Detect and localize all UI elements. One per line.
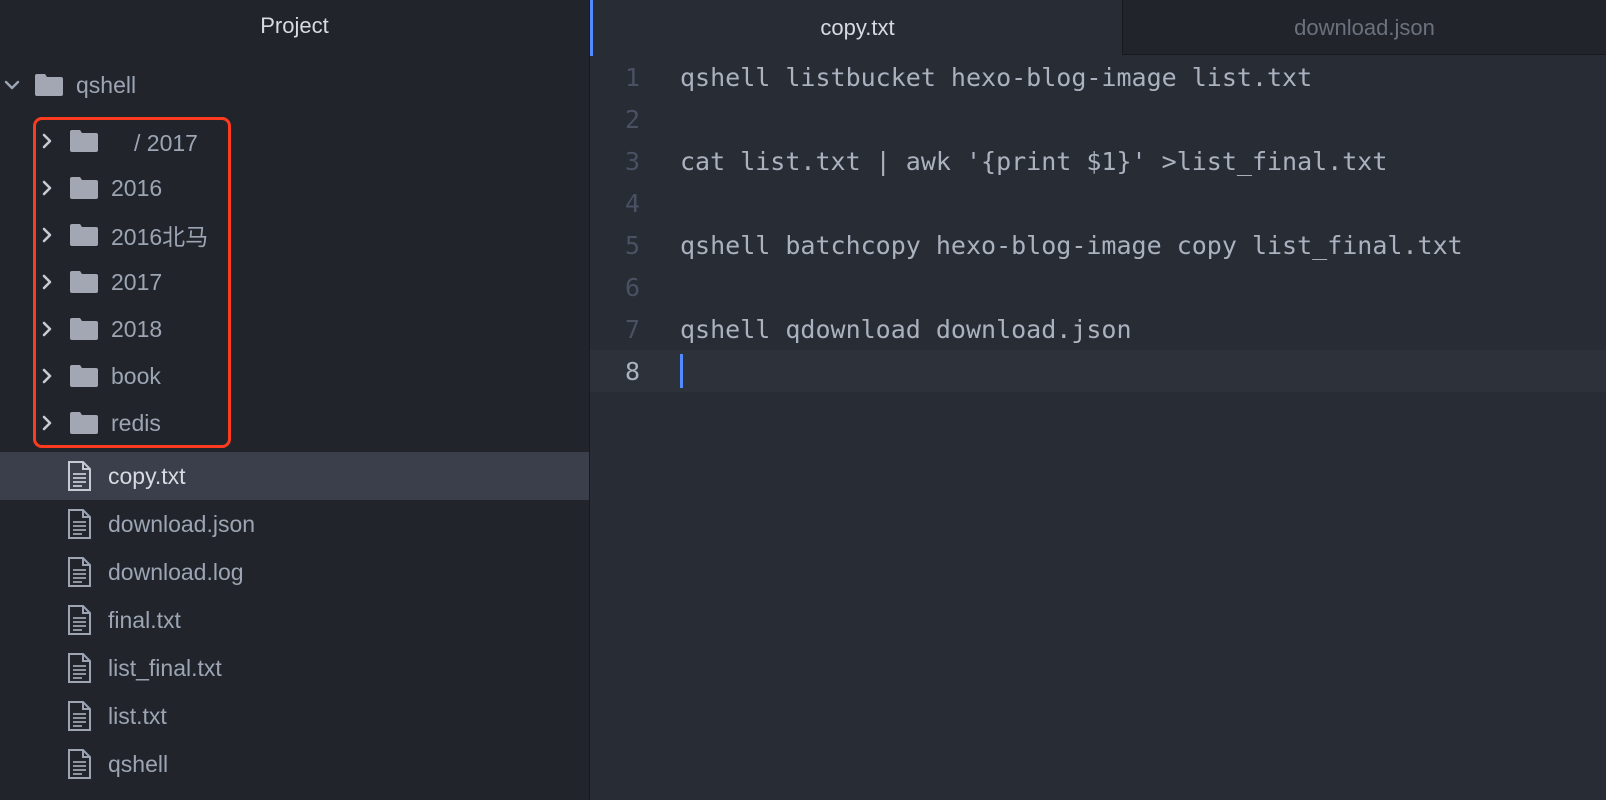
code-line[interactable]: 4 xyxy=(590,182,1606,224)
tree-file[interactable]: download.log xyxy=(0,548,589,596)
text-cursor xyxy=(680,354,683,388)
chevron-down-icon[interactable] xyxy=(4,77,20,93)
tree-file[interactable]: download.json xyxy=(0,500,589,548)
folder-icon xyxy=(69,222,99,248)
file-text-icon xyxy=(66,461,92,491)
line-number: 2 xyxy=(624,104,640,134)
tree-file[interactable]: final.txt xyxy=(0,596,589,644)
tree-folder[interactable]: 2016北马 xyxy=(0,211,589,259)
folder-icon xyxy=(69,363,99,389)
tree-item-label: qshell xyxy=(108,750,169,777)
tree-root-qshell[interactable]: qshell xyxy=(0,61,589,109)
folder-icon xyxy=(69,269,99,295)
folder-icon xyxy=(69,316,99,342)
code-line[interactable]: 3 cat list.txt | awk '{print $1}' >list_… xyxy=(590,140,1606,182)
code-editor: copy.txt download.json 1 qshell listbuck… xyxy=(590,0,1606,800)
project-sidebar: Project qshell / 2017 2016 2016北马 2017 2… xyxy=(0,0,590,800)
code-text[interactable]: cat list.txt | awk '{print $1}' >list_fi… xyxy=(680,147,1387,176)
folder-icon xyxy=(69,175,99,201)
sidebar-title: Project xyxy=(260,13,329,38)
code-line[interactable]: 7 qshell qdownload download.json xyxy=(590,308,1606,350)
tree-file[interactable]: list_final.txt xyxy=(0,644,589,692)
chevron-right-icon[interactable] xyxy=(39,227,55,243)
app-window: Project qshell / 2017 2016 2016北马 2017 2… xyxy=(0,0,1606,800)
code-line[interactable]: 2 xyxy=(590,98,1606,140)
chevron-right-icon[interactable] xyxy=(39,368,55,384)
tree-item-label: 2017 xyxy=(111,268,163,295)
tree-folder[interactable]: 2017 xyxy=(0,258,589,306)
line-number: 1 xyxy=(624,62,640,92)
tree-file[interactable]: qshell xyxy=(0,740,589,788)
tab-bar: copy.txt download.json xyxy=(590,0,1606,56)
file-text-icon xyxy=(66,557,92,587)
tree-folder[interactable]: 2018 xyxy=(0,305,589,353)
code-text[interactable]: qshell listbucket hexo-blog-image list.t… xyxy=(680,63,1312,92)
code-text[interactable]: qshell batchcopy hexo-blog-image copy li… xyxy=(680,231,1463,260)
line-number: 7 xyxy=(624,314,640,344)
tree-item-label: download.log xyxy=(108,558,244,585)
folder-icon xyxy=(69,128,99,154)
file-text-icon xyxy=(66,701,92,731)
tree-folder[interactable]: 2016 xyxy=(0,164,589,212)
line-number: 3 xyxy=(624,146,640,176)
line-number: 5 xyxy=(624,230,640,260)
tree-folder[interactable]: / 2017 xyxy=(0,117,589,165)
line-number: 6 xyxy=(624,272,640,302)
code-line-current[interactable]: 8 xyxy=(590,350,1606,392)
tab-copy-txt[interactable]: copy.txt xyxy=(590,0,1122,56)
folder-icon xyxy=(34,72,64,98)
file-text-icon xyxy=(66,653,92,683)
folder-icon xyxy=(69,410,99,436)
tree-item-label: final.txt xyxy=(108,606,181,633)
tree-file-selected[interactable]: copy.txt xyxy=(0,452,589,500)
file-text-icon xyxy=(66,509,92,539)
tree-item-label: list.txt xyxy=(108,702,167,729)
chevron-right-icon[interactable] xyxy=(39,133,55,149)
tree-item-label: download.json xyxy=(108,510,256,537)
tree-item-label: book xyxy=(111,362,161,389)
code-line[interactable]: 5 qshell batchcopy hexo-blog-image copy … xyxy=(590,224,1606,266)
line-number: 4 xyxy=(624,188,640,218)
tree-folder[interactable]: book xyxy=(0,352,589,400)
chevron-right-icon[interactable] xyxy=(39,321,55,337)
code-line[interactable]: 6 xyxy=(590,266,1606,308)
tree-item-label: 2018 xyxy=(111,315,163,342)
code-text[interactable]: qshell qdownload download.json xyxy=(680,315,1132,344)
chevron-right-icon[interactable] xyxy=(39,415,55,431)
chevron-right-icon[interactable] xyxy=(39,180,55,196)
tree-folder[interactable]: redis xyxy=(0,399,589,447)
file-text-icon xyxy=(66,749,92,779)
code-line[interactable]: 1 qshell listbucket hexo-blog-image list… xyxy=(590,56,1606,98)
tree-item-label: / 2017 xyxy=(111,130,198,156)
tree-file[interactable]: list.txt xyxy=(0,692,589,740)
tree-item-label: list_final.txt xyxy=(108,654,222,681)
line-number: 8 xyxy=(624,356,640,386)
tree-item-label: copy.txt xyxy=(108,462,186,489)
tab-download-json[interactable]: download.json xyxy=(1122,0,1606,55)
chevron-right-icon[interactable] xyxy=(39,274,55,290)
tree-item-label: 2016 xyxy=(111,174,163,201)
tree-item-label: 2016北马 xyxy=(111,224,209,250)
file-text-icon xyxy=(66,605,92,635)
tree-item-label: qshell xyxy=(76,71,137,98)
tree-item-label: redis xyxy=(111,409,161,436)
